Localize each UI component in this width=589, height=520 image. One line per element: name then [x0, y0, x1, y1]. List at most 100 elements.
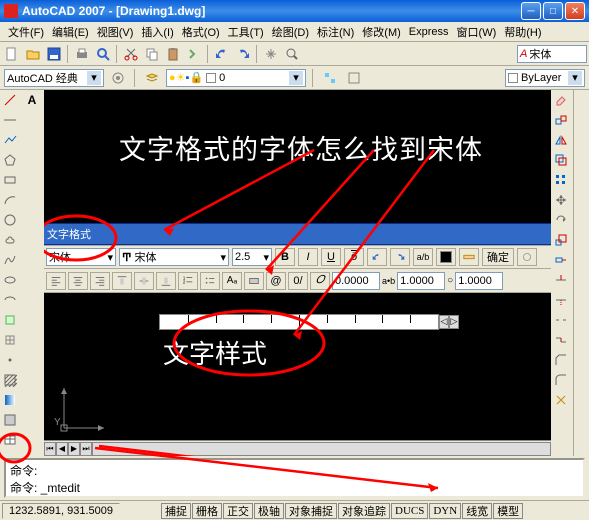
menu-tools[interactable]: 工具(T) — [224, 22, 268, 41]
overline-button[interactable]: ō — [344, 248, 364, 266]
oblique-button[interactable]: 0/ — [288, 272, 308, 290]
field-button[interactable] — [244, 272, 264, 290]
rotate-tool[interactable] — [551, 210, 571, 230]
match-button[interactable] — [184, 44, 204, 64]
maximize-button[interactable]: □ — [543, 2, 563, 20]
redo-text-button[interactable] — [390, 248, 410, 266]
text-format-header[interactable]: 文字格式 — [44, 223, 551, 245]
ruler-button[interactable] — [459, 248, 479, 266]
menu-help[interactable]: 帮助(H) — [500, 22, 545, 41]
menu-view[interactable]: 视图(V) — [93, 22, 138, 41]
paste-button[interactable] — [163, 44, 183, 64]
vscrollbar[interactable] — [573, 90, 589, 456]
tracking-value[interactable]: 1.0000 — [397, 272, 445, 290]
osnap-button[interactable]: 对象捕捉 — [285, 503, 337, 519]
tool-icon-1[interactable] — [320, 68, 340, 88]
hatch-tool[interactable] — [0, 370, 20, 390]
move-tool[interactable] — [551, 190, 571, 210]
revcloud-tool[interactable] — [0, 230, 20, 250]
menu-draw[interactable]: 绘图(D) — [268, 22, 313, 41]
text-font-combo[interactable]: Ͳ 宋体 ▾ — [119, 248, 229, 266]
circle-tool[interactable] — [0, 210, 20, 230]
arc-tool[interactable] — [0, 190, 20, 210]
otrack-button[interactable]: 对象追踪 — [338, 503, 390, 519]
scale-tool[interactable] — [551, 230, 571, 250]
menu-edit[interactable]: 编辑(E) — [48, 22, 93, 41]
color-button[interactable] — [436, 248, 456, 266]
menu-modify[interactable]: 修改(M) — [358, 22, 405, 41]
print-button[interactable] — [72, 44, 92, 64]
bullets-button[interactable] — [200, 272, 220, 290]
menu-file[interactable]: 文件(F) — [4, 22, 48, 41]
uppercase-button[interactable]: Aₐ — [222, 272, 242, 290]
tab-first-button[interactable]: ⏮ — [44, 442, 56, 456]
font-style-combo[interactable]: A 宋体 — [517, 45, 587, 63]
mirror-tool[interactable] — [551, 130, 571, 150]
ok-button[interactable]: 确定 — [482, 248, 514, 266]
explode-tool[interactable] — [551, 390, 571, 410]
cut-button[interactable] — [121, 44, 141, 64]
align-top-button[interactable] — [112, 272, 132, 290]
gradient-tool[interactable] — [0, 390, 20, 410]
preview-button[interactable] — [93, 44, 113, 64]
new-button[interactable] — [2, 44, 22, 64]
polar-button[interactable]: 极轴 — [254, 503, 284, 519]
tool-icon-2[interactable] — [344, 68, 364, 88]
align-mid-button[interactable] — [134, 272, 154, 290]
align-bot-button[interactable] — [156, 272, 176, 290]
grid-button[interactable]: 栅格 — [192, 503, 222, 519]
ellipse-tool[interactable] — [0, 270, 20, 290]
spline-tool[interactable] — [0, 250, 20, 270]
array-tool[interactable] — [551, 170, 571, 190]
copy-tool[interactable] — [551, 110, 571, 130]
ruler-next-button[interactable]: ▷ — [449, 315, 459, 329]
align-right-button[interactable] — [90, 272, 110, 290]
menu-dim[interactable]: 标注(N) — [313, 22, 358, 41]
hscrollbar[interactable] — [92, 442, 551, 456]
align-left-button[interactable] — [46, 272, 66, 290]
bold-button[interactable]: B — [275, 248, 295, 266]
width-factor-value[interactable]: 1.0000 — [455, 272, 503, 290]
break-tool[interactable] — [551, 310, 571, 330]
tab-prev-button[interactable]: ◀ — [56, 442, 68, 456]
fillet-tool[interactable] — [551, 370, 571, 390]
layer-icon[interactable] — [142, 68, 162, 88]
open-button[interactable] — [23, 44, 43, 64]
region-tool[interactable] — [0, 410, 20, 430]
ducs-button[interactable]: DUCS — [391, 503, 428, 519]
menu-format[interactable]: 格式(O) — [178, 22, 224, 41]
options-button[interactable] — [517, 248, 537, 266]
layer-combo[interactable]: ●☀▪🔒 0 ▾ — [166, 69, 306, 87]
table-tool[interactable] — [0, 430, 20, 450]
erase-tool[interactable] — [551, 90, 571, 110]
join-tool[interactable] — [551, 330, 571, 350]
point-tool[interactable] — [0, 350, 20, 370]
oblique-angle-button[interactable]: 𝑂 — [310, 272, 330, 290]
oblique-value[interactable]: 0.0000 — [332, 272, 380, 290]
insert-tool[interactable] — [0, 310, 20, 330]
color-combo[interactable]: ByLayer ▾ — [505, 69, 585, 87]
polygon-tool[interactable] — [0, 150, 20, 170]
ortho-button[interactable]: 正交 — [223, 503, 253, 519]
undo-text-button[interactable] — [367, 248, 387, 266]
menu-express[interactable]: Express — [405, 22, 453, 41]
text-height-combo[interactable]: 2.5 ▾ — [232, 248, 272, 266]
drawing-canvas[interactable]: 文字格式的字体怎么找到宋体 文字格式 宋体 ▾ Ͳ 宋体 ▾ 2.5 — [44, 90, 551, 456]
ruler-prev-button[interactable]: ◁ — [439, 315, 449, 329]
trim-tool[interactable] — [551, 270, 571, 290]
rect-tool[interactable] — [0, 170, 20, 190]
mtext-content[interactable]: 文字样式 — [159, 332, 459, 373]
lwt-button[interactable]: 线宽 — [462, 503, 492, 519]
menu-insert[interactable]: 插入(I) — [137, 22, 177, 41]
block-tool[interactable] — [0, 330, 20, 350]
text-ruler[interactable] — [159, 314, 439, 330]
ellipsearc-tool[interactable] — [0, 290, 20, 310]
symbol-button[interactable]: @ — [266, 272, 286, 290]
numbering-button[interactable]: 12 — [178, 272, 198, 290]
tab-next-button[interactable]: ▶ — [68, 442, 80, 456]
underline-button[interactable]: U — [321, 248, 341, 266]
offset-tool[interactable] — [551, 150, 571, 170]
undo-button[interactable] — [212, 44, 232, 64]
menu-window[interactable]: 窗口(W) — [453, 22, 501, 41]
workspace-combo[interactable]: AutoCAD 经典 ▾ — [4, 69, 104, 87]
